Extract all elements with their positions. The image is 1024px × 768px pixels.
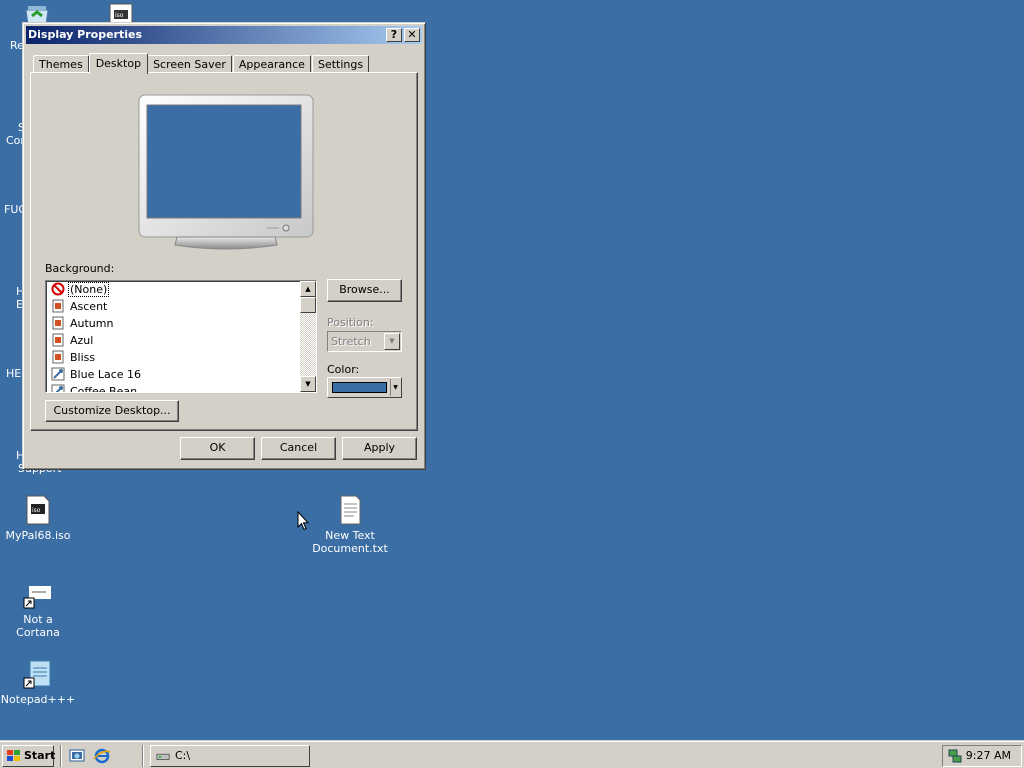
list-item-label: Ascent	[70, 300, 108, 313]
scroll-thumb[interactable]	[300, 297, 316, 313]
color-swatch	[332, 382, 387, 393]
monitor-preview	[138, 94, 314, 250]
tab-screen-saver[interactable]: Screen Saver	[147, 55, 232, 73]
taskbar-separator	[142, 745, 144, 767]
list-item-ascent[interactable]: Ascent	[51, 298, 108, 315]
desktop-icon-mypal-label: MyPal68.iso	[5, 529, 71, 542]
system-tray: 9:27 AM	[942, 745, 1022, 767]
list-item-coffee-bean[interactable]: Coffee Bean	[51, 383, 138, 393]
taskbar-window-label: C:\	[175, 749, 191, 762]
position-value: Stretch	[331, 335, 371, 348]
customize-desktop-button[interactable]: Customize Desktop...	[45, 400, 179, 422]
window-title: Display Properties	[28, 28, 143, 41]
svg-text:iso: iso	[32, 507, 41, 514]
list-item-label: Coffee Bean	[70, 385, 138, 393]
start-label: Start	[24, 749, 56, 762]
bitmap-icon	[51, 384, 65, 392]
drive-icon	[156, 753, 170, 760]
desktop-icon-notepad[interactable]: Notepad+++	[0, 658, 76, 706]
network-icon[interactable]	[947, 748, 963, 764]
desktop-icon-not-a-cortana-label: Not a Cortana	[16, 613, 60, 639]
list-item-bliss[interactable]: Bliss	[51, 349, 96, 366]
background-listbox[interactable]: (None) Ascent Autumn Azul Bliss Blue Lac…	[45, 280, 317, 393]
tab-settings[interactable]: Settings	[311, 55, 370, 73]
chevron-down-icon[interactable]: ▼	[384, 333, 400, 350]
iso-file-icon: iso	[22, 494, 54, 526]
color-label: Color:	[327, 363, 360, 376]
help-button[interactable]: ?	[386, 28, 402, 42]
clock[interactable]: 9:27 AM	[966, 749, 1011, 762]
image-icon	[51, 299, 65, 313]
taskbar: Start C:\ 9:27 AM	[0, 740, 1024, 768]
bitmap-icon	[51, 367, 65, 381]
tab-appearance[interactable]: Appearance	[232, 55, 311, 73]
desktop-icon-new-text-document[interactable]: New Text Document.txt	[312, 494, 388, 555]
desktop-icon-mypal[interactable]: iso MyPal68.iso	[0, 494, 76, 542]
position-label: Position:	[327, 316, 374, 329]
listbox-scrollbar[interactable]: ▲ ▼	[300, 281, 316, 392]
title-bar[interactable]: Display Properties ? ✕	[26, 26, 422, 44]
list-item-label: Blue Lace 16	[70, 368, 142, 381]
list-item-label: Bliss	[70, 351, 96, 364]
image-icon	[51, 350, 65, 364]
list-item-blue-lace-16[interactable]: Blue Lace 16	[51, 366, 142, 383]
list-item-label: (None)	[67, 282, 110, 297]
list-item-none[interactable]: (None)	[51, 281, 110, 298]
svg-text:iso: iso	[115, 12, 124, 19]
desktop-icon-new-text-line2: Document.txt	[312, 542, 388, 555]
list-item-label: Azul	[70, 334, 94, 347]
desktop-tab-panel: Background: (None) Ascent Autumn Azul Bl…	[30, 72, 418, 431]
scroll-down-button[interactable]: ▼	[300, 376, 316, 392]
browse-button[interactable]: Browse...	[327, 279, 402, 302]
desktop-icon-new-text-line1: New Text	[325, 529, 375, 542]
apply-button[interactable]: Apply	[342, 437, 417, 460]
color-picker-button[interactable]: ▼	[327, 377, 402, 398]
list-item-azul[interactable]: Azul	[51, 332, 94, 349]
background-label: Background:	[45, 262, 115, 275]
ok-button[interactable]: OK	[180, 437, 255, 460]
desktop-icon-notepad-label: Notepad+++	[0, 693, 76, 706]
internet-explorer-icon[interactable]	[93, 747, 111, 765]
mouse-cursor-icon	[297, 511, 309, 531]
image-icon	[51, 316, 65, 330]
notepad-shortcut-icon	[22, 658, 54, 690]
scroll-up-button[interactable]: ▲	[300, 281, 316, 297]
show-desktop-icon[interactable]	[68, 747, 86, 765]
desktop-icon-not-a-cortana[interactable]: Not a Cortana	[0, 578, 76, 639]
window-shortcut-icon	[22, 578, 54, 610]
list-item-autumn[interactable]: Autumn	[51, 315, 114, 332]
start-button[interactable]: Start	[2, 745, 56, 767]
text-file-icon	[334, 494, 366, 526]
cancel-button[interactable]: Cancel	[261, 437, 336, 460]
list-item-label: Autumn	[70, 317, 114, 330]
tab-strip: Themes Desktop Screen Saver Appearance S…	[33, 53, 370, 74]
display-properties-window: Display Properties ? ✕ Themes Desktop Sc…	[22, 22, 426, 470]
tab-themes[interactable]: Themes	[33, 55, 89, 73]
close-button[interactable]: ✕	[404, 28, 420, 42]
none-icon	[51, 282, 65, 296]
windows-logo-icon	[7, 750, 20, 761]
position-select[interactable]: Stretch ▼	[327, 331, 402, 352]
chevron-down-icon: ▼	[390, 379, 400, 396]
taskbar-separator	[60, 745, 62, 767]
taskbar-window-c-drive[interactable]: C:\	[150, 745, 310, 767]
tab-desktop[interactable]: Desktop	[88, 53, 149, 74]
image-icon	[51, 333, 65, 347]
